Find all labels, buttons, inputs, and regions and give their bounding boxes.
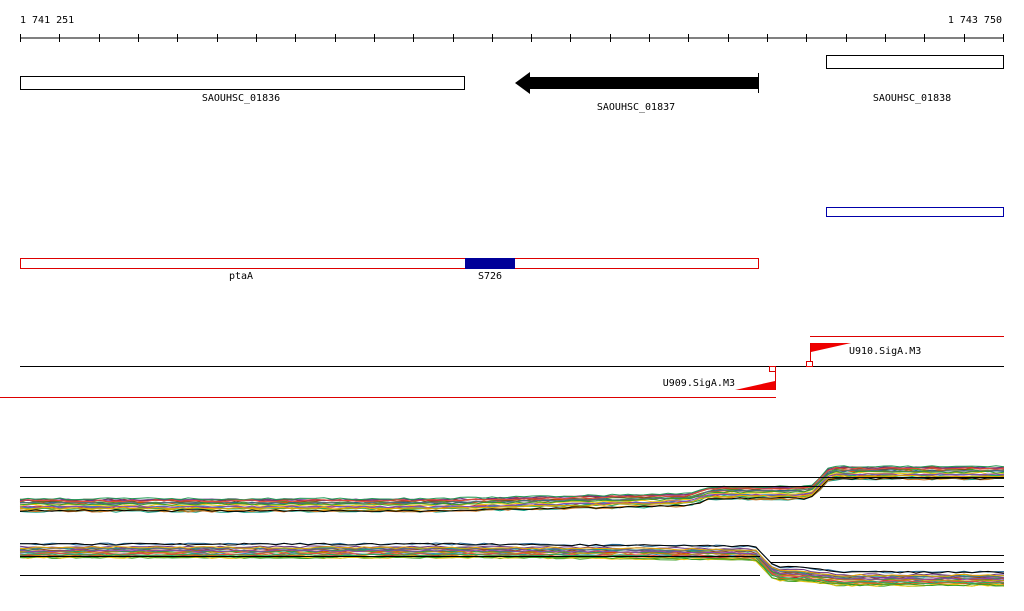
gene-label-SAOUHSC_01838: SAOUHSC_01838 (873, 93, 951, 104)
terminator-track: U910.SigA.M3 U909.SigA.M3 (0, 336, 1004, 398)
terminator-U909-flag[interactable] (735, 381, 775, 390)
gene-label-SAOUHSC_01836: SAOUHSC_01836 (202, 93, 280, 104)
terminator-label-U910: U910.SigA.M3 (849, 346, 921, 357)
coverage-track-lower (19, 542, 1005, 587)
gene-SAOUHSC_01836[interactable] (20, 76, 465, 90)
gene-track: SAOUHSC_01836 SAOUHSC_01837 SAOUHSC_0183… (20, 55, 1004, 113)
terminator-U910-marker (806, 361, 813, 367)
terminator-label-U909: U909.SigA.M3 (663, 378, 735, 389)
genome-browser-view: 1 741 251 1 743 750 SAOUHSC_01836 SAOUHS… (0, 15, 1005, 587)
segment-ptaA[interactable] (20, 258, 759, 269)
blue-feature-box[interactable] (826, 207, 1004, 217)
ruler-end-label: 1 743 750 (948, 15, 1002, 26)
segment-S726[interactable] (465, 258, 515, 269)
terminator-U910-flag[interactable] (811, 343, 851, 352)
gene-label-SAOUHSC_01837: SAOUHSC_01837 (597, 102, 675, 113)
gene-SAOUHSC_01838[interactable] (826, 55, 1004, 69)
coverage-track-upper (19, 465, 1005, 513)
coordinate-ruler: 1 741 251 1 743 750 (20, 15, 1004, 42)
segment-track: ptaA S726 (20, 258, 759, 282)
terminator-U909-marker (769, 366, 776, 372)
segment-label-S726: S726 (478, 271, 502, 282)
segment-label-ptaA: ptaA (229, 271, 253, 282)
gene-SAOUHSC_01837[interactable] (515, 72, 758, 94)
ruler-start-label: 1 741 251 (20, 15, 74, 26)
